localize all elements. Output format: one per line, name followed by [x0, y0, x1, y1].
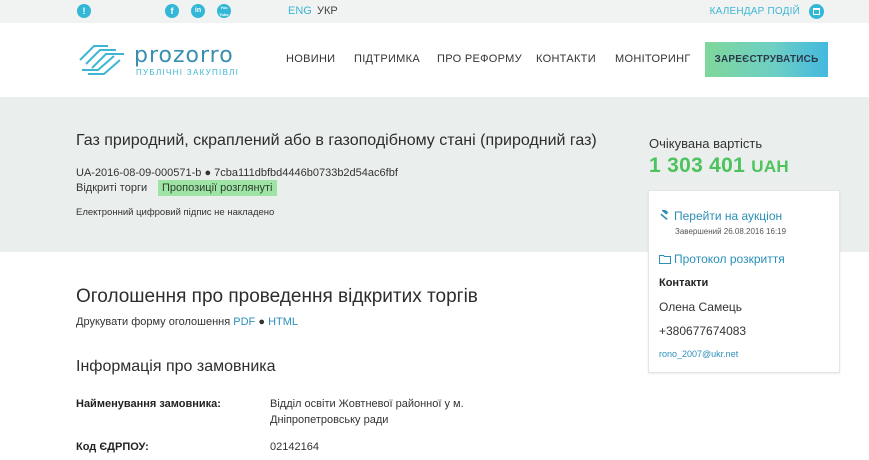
dot-separator: ●: [258, 316, 265, 328]
logo-subtitle: ПУБЛІЧНІ ЗАКУПІВЛІ: [136, 68, 240, 77]
expected-value: 1 303 401 UAH: [649, 154, 789, 178]
linkedin-icon[interactable]: in: [191, 4, 205, 18]
calendar-icon[interactable]: [809, 4, 824, 19]
auction-status: Завершений 26.08.2016 16:19: [675, 227, 787, 236]
expected-currency: UAH: [751, 157, 789, 176]
contact-phone: +380677674083: [659, 324, 747, 338]
print-html-link[interactable]: HTML: [268, 316, 298, 328]
contact-name: Олена Самець: [659, 300, 743, 314]
nav-news[interactable]: НОВИНИ: [286, 53, 335, 65]
edrpou-label: Код ЄДРПОУ:: [76, 441, 149, 453]
print-pdf-link[interactable]: PDF: [233, 316, 255, 328]
edrpou-value: 02142164: [270, 441, 319, 453]
print-form-line: Друкувати форму оголошення PDF ● HTML: [76, 316, 298, 328]
print-label: Друкувати форму оголошення: [76, 316, 231, 328]
contacts-title: Контакти: [659, 277, 709, 289]
tender-type: Відкриті торги: [76, 182, 148, 194]
calendar-link[interactable]: КАЛЕНДАР ПОДІЙ: [710, 6, 800, 17]
tender-hash: 7cba111dbfbd4446b0733b2d54ac6fbf: [214, 167, 398, 179]
facebook-icon[interactable]: f: [165, 4, 179, 18]
dot-separator: ●: [204, 167, 212, 179]
auction-link-label: Перейти на аукціон: [674, 209, 783, 223]
tender-side-card: Перейти на аукціон Завершений 26.08.2016…: [648, 190, 840, 373]
protocol-link-label: Протокол розкриття: [674, 252, 785, 266]
announcement-title: Оголошення про проведення відкритих торг…: [76, 286, 478, 307]
register-button[interactable]: ЗАРЕЄСТРУВАТИСЬ: [705, 42, 828, 77]
tender-id: UA-2016-08-09-000571-b: [76, 167, 202, 179]
lang-ukr-link[interactable]: УКР: [317, 5, 338, 17]
nav-support[interactable]: ПІДТРИМКА: [354, 53, 420, 65]
nav-monitoring[interactable]: МОНІТОРИНГ: [615, 53, 691, 65]
auction-link[interactable]: Перейти на аукціон: [659, 209, 782, 223]
prozorro-logo-icon[interactable]: [78, 42, 128, 76]
tender-title: Газ природний, скраплений або в газоподі…: [76, 132, 597, 149]
top-bar: ! f in You Tube ENG УКР КАЛЕНДАР ПОДІЙ: [0, 0, 869, 23]
header: prozorro ПУБЛІЧНІ ЗАКУПІВЛІ НОВИНИ ПІДТР…: [0, 23, 869, 97]
contact-email-link[interactable]: rono_2007@ukr.net: [659, 349, 738, 359]
youtube-icon[interactable]: You Tube: [217, 4, 231, 18]
nav-reform[interactable]: ПРО РЕФОРМУ: [437, 53, 522, 65]
nav-contacts[interactable]: КОНТАКТИ: [536, 53, 596, 65]
protocol-link[interactable]: Протокол розкриття: [659, 252, 785, 266]
status-badge: Пропозиції розглянуті: [158, 180, 277, 196]
customer-info-title: Інформація про замовника: [76, 358, 276, 375]
customer-name-value: Відділ освіти Жовтневої районної у м. Дн…: [270, 398, 464, 426]
expected-amount: 1 303 401: [649, 154, 746, 177]
folder-icon: [659, 255, 671, 264]
customer-name-label: Найменування замовника:: [76, 398, 221, 410]
gavel-icon: [660, 210, 669, 220]
expected-value-label: Очікувана вартість: [649, 136, 763, 151]
lang-eng-link[interactable]: ENG: [288, 5, 312, 17]
signature-note: Електронний цифровий підпис не накладено: [76, 207, 275, 218]
logo-text[interactable]: prozorro: [134, 43, 234, 68]
tender-id-line: UA-2016-08-09-000571-b ● 7cba111dbfbd444…: [76, 167, 398, 179]
info-icon[interactable]: !: [77, 4, 91, 18]
